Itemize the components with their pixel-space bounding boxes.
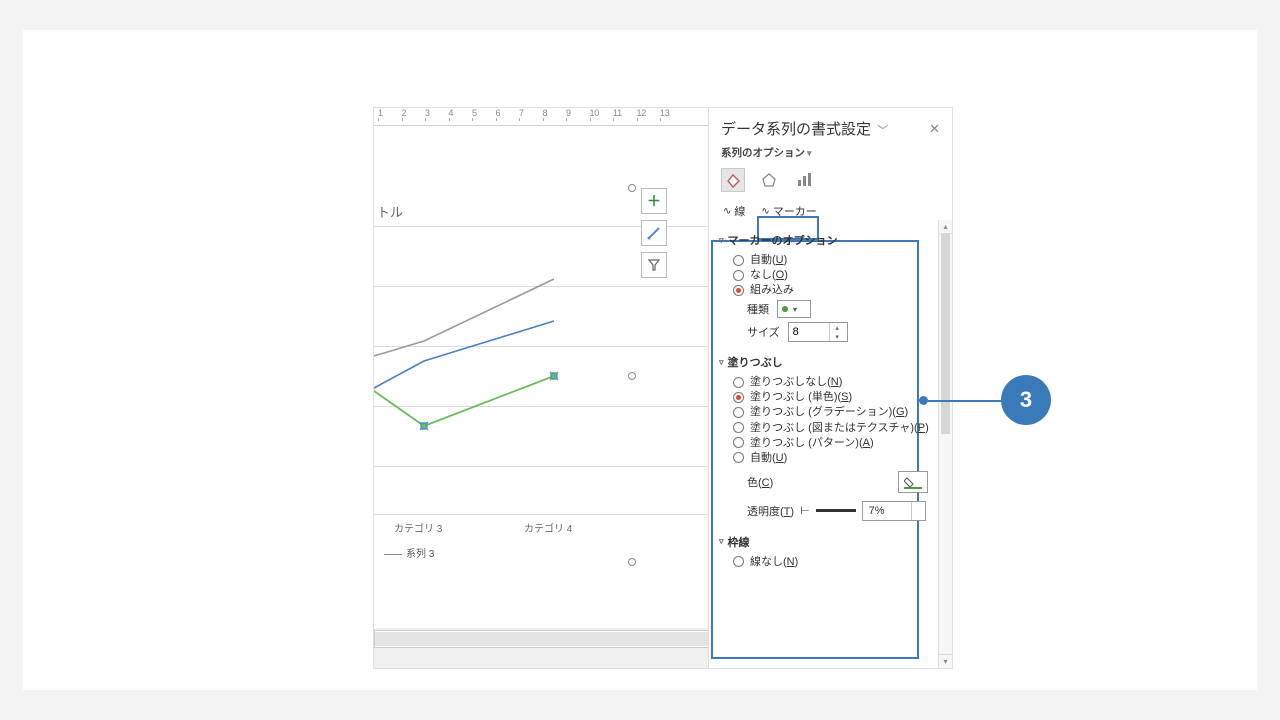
- spinner-down[interactable]: ▾: [830, 332, 845, 341]
- close-icon[interactable]: ✕: [929, 121, 940, 137]
- spinner-up[interactable]: [912, 502, 925, 511]
- fill-solid-radio[interactable]: 塗りつぶし (単色)(S): [733, 391, 932, 403]
- fill-gradient-radio[interactable]: 塗りつぶし (グラデーション)(G): [733, 406, 932, 418]
- fill-line-tab-icon[interactable]: [721, 168, 745, 192]
- dropdown-caret-icon[interactable]: ▾: [807, 148, 812, 158]
- marker-options-header[interactable]: ▿マーカーのオプション: [719, 232, 932, 248]
- fill-picture-radio[interactable]: 塗りつぶし (図またはテクスチャ)(P): [733, 422, 932, 434]
- callout-badge-3: 3: [1001, 375, 1051, 425]
- fill-none-radio[interactable]: 塗りつぶしなし(N): [733, 376, 932, 388]
- pane-subtitle[interactable]: 系列のオプション▾: [709, 141, 952, 166]
- chart-filter-button[interactable]: [641, 252, 667, 278]
- scroll-up-arrow[interactable]: ▴: [939, 220, 952, 234]
- marker-auto-radio[interactable]: 自動(U): [733, 254, 932, 266]
- selection-handle[interactable]: [628, 184, 636, 192]
- excel-window-fragment: 12345678910111213 トル: [373, 107, 953, 669]
- axis-category-label: カテゴリ 4: [524, 520, 572, 535]
- fill-auto-radio[interactable]: 自動(U): [733, 452, 932, 464]
- marker-type-dropdown[interactable]: ▾: [777, 300, 811, 318]
- document-canvas[interactable]: トル: [374, 126, 708, 628]
- chart-styles-button[interactable]: [641, 220, 667, 246]
- series-options-tab-icon[interactable]: [793, 168, 817, 192]
- marker-preview-icon: [782, 306, 788, 312]
- marker-size-input[interactable]: [789, 326, 829, 338]
- fill-color-button[interactable]: [898, 471, 928, 493]
- pane-scroll-area: ▿マーカーのオプション 自動(U) なし(O) 組み込み 種類 ▾ サイズ ▴▾…: [709, 220, 938, 668]
- chart-element-add-button[interactable]: ＋: [641, 188, 667, 214]
- pane-vertical-scrollbar[interactable]: ▴ ▾: [938, 220, 952, 668]
- fill-header[interactable]: ▿塗りつぶし: [719, 354, 932, 370]
- marker-size-label: サイズ: [747, 324, 780, 340]
- transparency-label: 透明度(T): [747, 503, 794, 519]
- slider-min-icon: ⊢: [800, 504, 810, 517]
- callout-connector: [923, 400, 1001, 402]
- fill-pattern-radio[interactable]: 塗りつぶし (パターン)(A): [733, 437, 932, 449]
- spinner-down[interactable]: [912, 511, 925, 520]
- fill-color-label: 色(C): [747, 474, 773, 490]
- chevron-down-icon[interactable]: ﹀: [877, 125, 888, 137]
- marker-type-label: 種類: [747, 301, 769, 317]
- slide-card: 12345678910111213 トル: [23, 30, 1257, 690]
- pane-title: データ系列の書式設定 ﹀: [721, 118, 888, 139]
- chart-legend: 系列 3: [384, 545, 434, 560]
- selection-handle[interactable]: [628, 558, 636, 566]
- transparency-slider[interactable]: [816, 509, 856, 512]
- chart-title-fragment: トル: [377, 202, 403, 221]
- scroll-down-arrow[interactable]: ▾: [939, 654, 952, 668]
- effects-tab-icon[interactable]: [757, 168, 781, 192]
- border-header[interactable]: ▿枠線: [719, 534, 932, 550]
- spinner-up[interactable]: ▴: [830, 323, 845, 332]
- marker-none-radio[interactable]: なし(O): [733, 269, 932, 281]
- scrollbar-thumb[interactable]: [941, 234, 950, 434]
- format-data-series-pane: データ系列の書式設定 ﹀ ✕ 系列のオプション▾ ∿線 ∿マーカー: [708, 108, 952, 668]
- callout-connector-dot: [919, 396, 928, 405]
- axis-category-label: カテゴリ 3: [394, 520, 442, 535]
- border-none-radio[interactable]: 線なし(N): [733, 556, 932, 568]
- transparency-value-box[interactable]: 7%: [862, 501, 926, 521]
- marker-size-spinner[interactable]: ▴▾: [788, 322, 848, 342]
- chart-plot[interactable]: [374, 221, 634, 521]
- marker-builtin-radio[interactable]: 組み込み: [733, 284, 932, 296]
